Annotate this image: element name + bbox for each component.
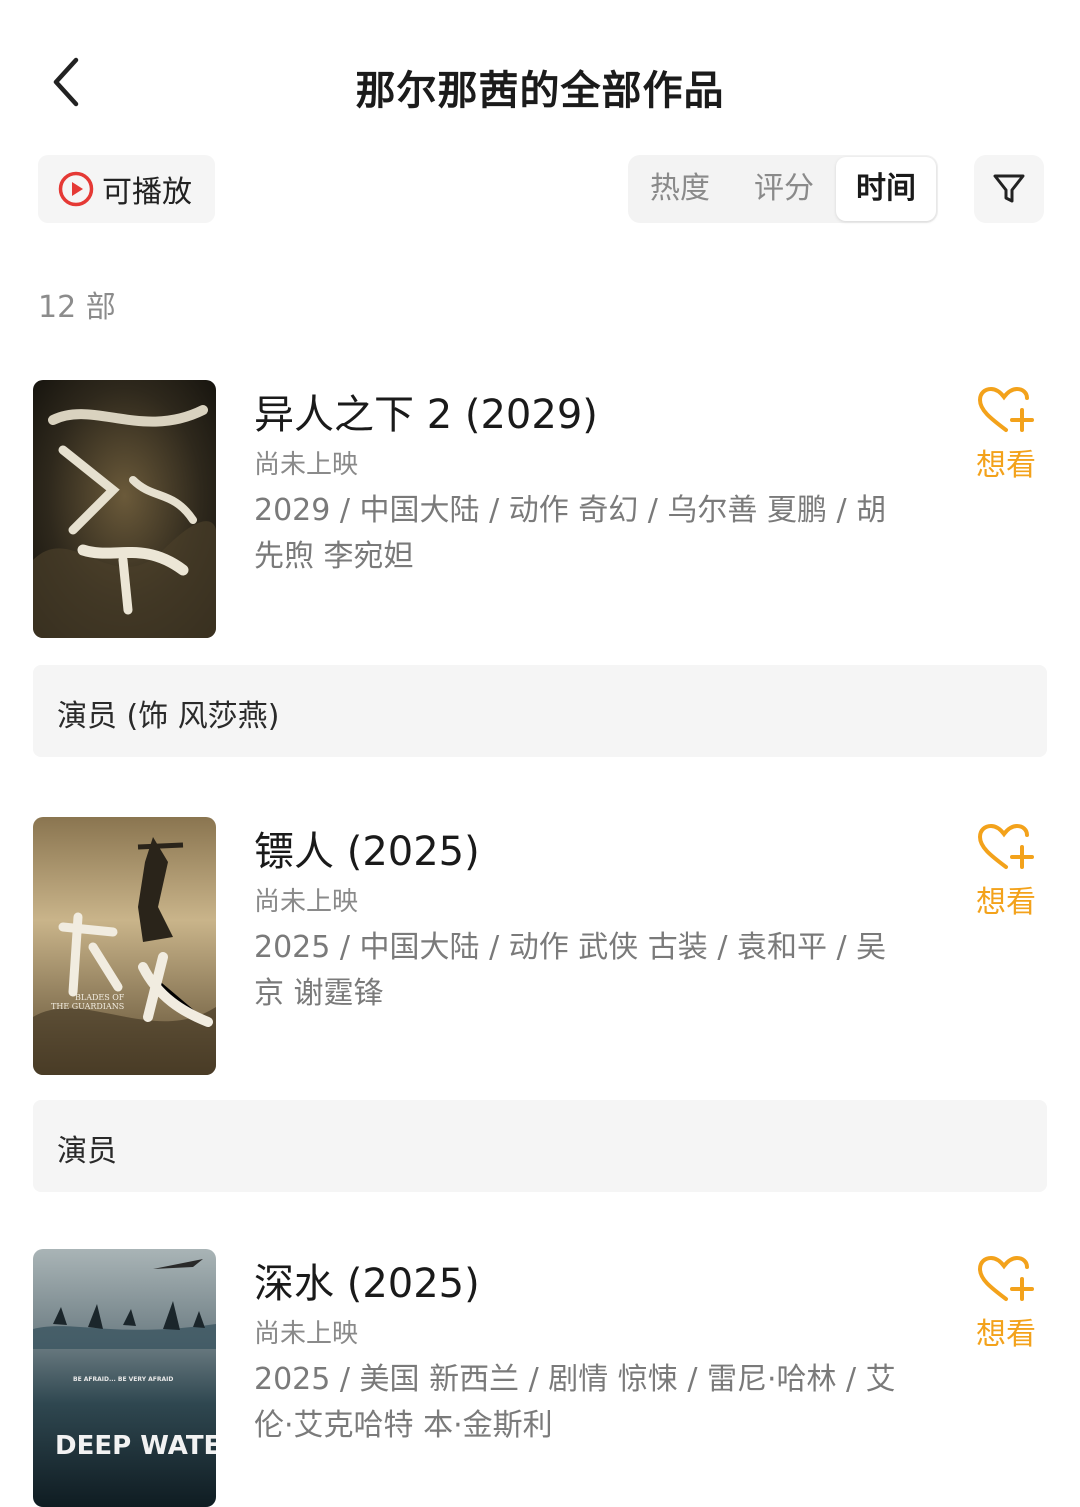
poster-image <box>33 380 216 638</box>
top-nav-bar: 那尔那茜的全部作品 <box>0 0 1080 165</box>
filter-bar: 可播放 热度 评分 时间 <box>0 155 1080 225</box>
role-bar[interactable]: 演员 (饰 风莎燕) <box>33 665 1047 757</box>
sort-tab-time[interactable]: 时间 <box>836 157 936 221</box>
wish-button[interactable]: 想看 <box>968 1255 1044 1365</box>
role-text: 演员 (饰 风莎燕) <box>57 699 280 734</box>
role-text: 演员 <box>57 1134 117 1169</box>
playable-label: 可播放 <box>102 175 192 210</box>
heart-plus-icon <box>968 823 1044 873</box>
sort-tab-popularity[interactable]: 热度 <box>628 155 732 223</box>
work-meta: 2025 / 美国 新西兰 / 剧情 惊悚 / 雷尼·哈林 / 艾伦·艾克哈特 … <box>254 1362 896 1443</box>
works-count: 12 部 <box>38 290 116 325</box>
work-title[interactable]: 深水 (2025) <box>254 1251 480 1309</box>
poster-tagline: BE AFRAID... BE VERY AFRAID <box>73 1376 173 1383</box>
playable-filter-button[interactable]: 可播放 <box>38 155 215 223</box>
poster-image: BLADES OF THE GUARDIANS <box>33 817 216 1075</box>
work-title[interactable]: 异人之下 2 (2029) <box>254 382 598 440</box>
release-status: 尚未上映 <box>254 450 359 480</box>
work-meta: 2029 / 中国大陆 / 动作 奇幻 / 乌尔善 夏鹏 / 胡先煦 李宛妲 <box>254 493 887 574</box>
work-meta: 2025 / 中国大陆 / 动作 武侠 古装 / 袁和平 / 吴京 谢霆锋 <box>254 930 887 1011</box>
poster-caption-line1: BLADES OF <box>75 993 125 1002</box>
wish-button[interactable]: 想看 <box>968 823 1044 933</box>
sort-segmented-control: 热度 评分 时间 <box>628 155 938 223</box>
sort-tab-rating[interactable]: 评分 <box>732 155 836 223</box>
poster-title-text: DEEP WATER <box>55 1431 216 1461</box>
play-circle-icon <box>58 171 94 207</box>
work-title[interactable]: 镖人 (2025) <box>254 819 480 877</box>
poster-image: BE AFRAID... BE VERY AFRAID DEEP WATER <box>33 1249 216 1507</box>
release-status: 尚未上映 <box>254 1319 359 1349</box>
wish-label: 想看 <box>976 448 1036 483</box>
filter-button[interactable] <box>974 155 1044 223</box>
wish-button[interactable]: 想看 <box>968 386 1044 496</box>
page-title: 那尔那茜的全部作品 <box>355 68 725 114</box>
wish-label: 想看 <box>976 885 1036 920</box>
poster-caption-line2: THE GUARDIANS <box>51 1002 124 1011</box>
release-status: 尚未上映 <box>254 887 359 917</box>
heart-plus-icon <box>968 1255 1044 1305</box>
wish-label: 想看 <box>976 1317 1036 1352</box>
heart-plus-icon <box>968 386 1044 436</box>
role-bar[interactable]: 演员 <box>33 1100 1047 1192</box>
